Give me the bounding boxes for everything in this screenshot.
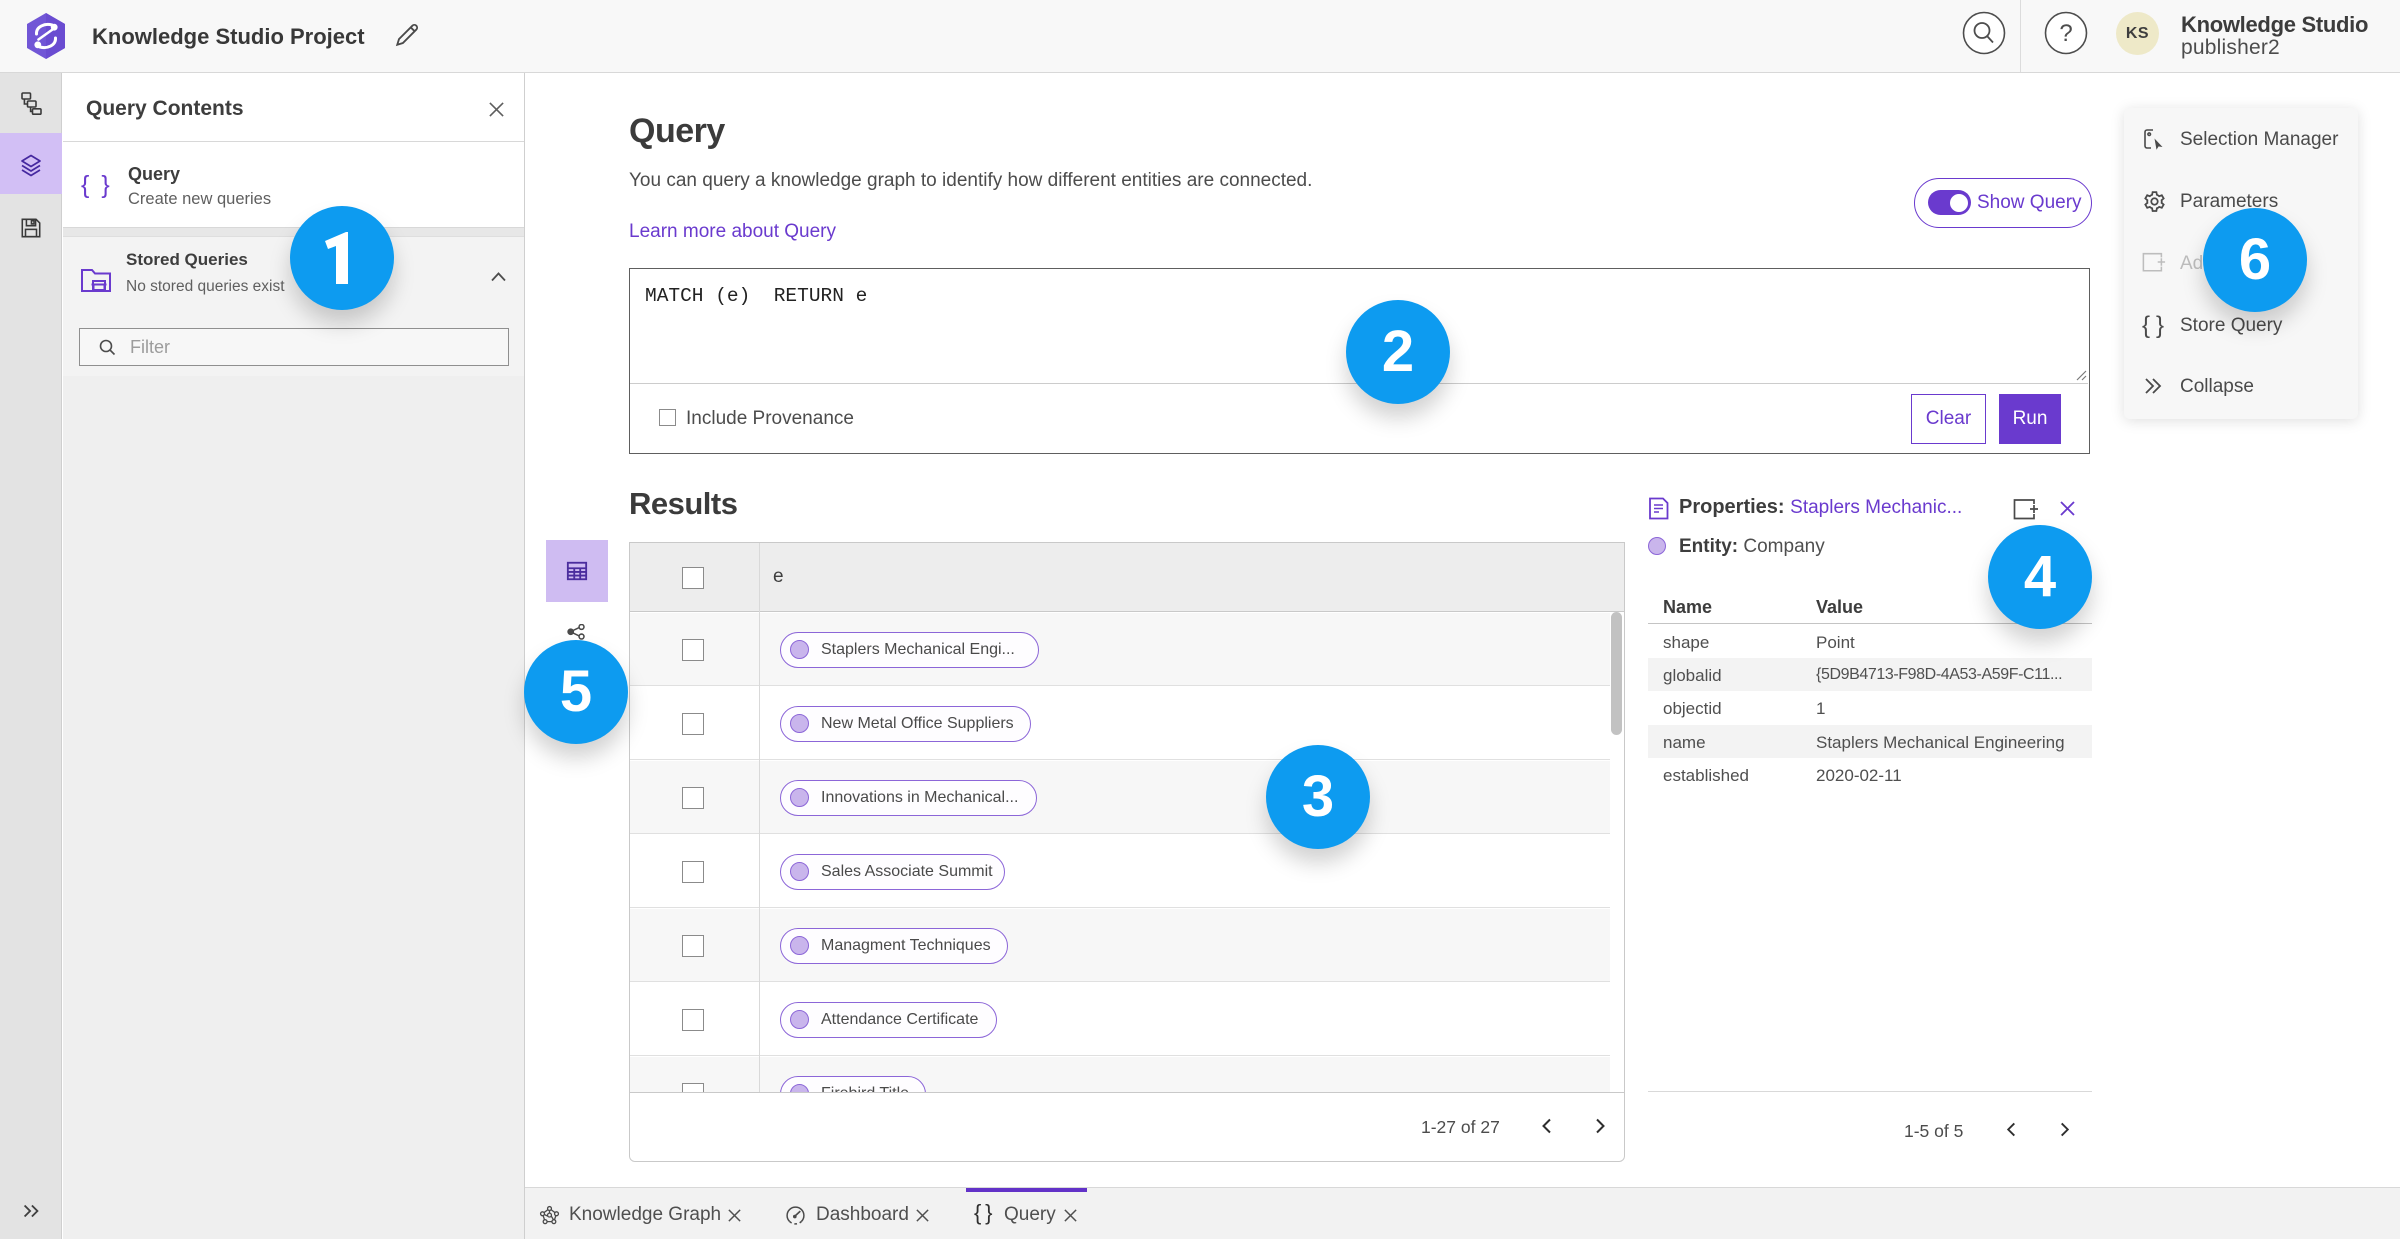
svg-text:?: ? [2059,20,2072,47]
